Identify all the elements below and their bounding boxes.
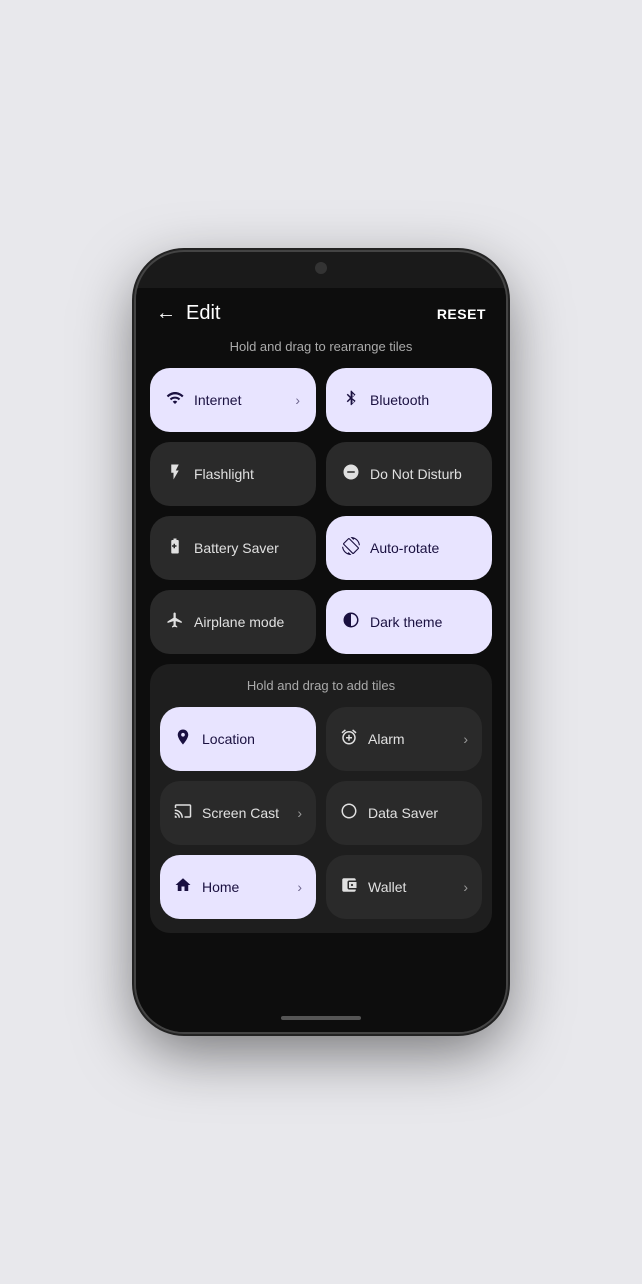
- phone-shell: ← Edit RESET Hold and drag to rearrange …: [136, 252, 506, 1032]
- alarm-label: Alarm: [368, 731, 453, 747]
- tile-screen-cast[interactable]: Screen Cast ›: [160, 781, 316, 845]
- home-indicator: [281, 1016, 361, 1020]
- header: ← Edit RESET: [136, 288, 506, 335]
- add-tiles-hint: Hold and drag to add tiles: [150, 678, 492, 707]
- reset-button[interactable]: RESET: [437, 306, 486, 322]
- tile-alarm[interactable]: Alarm ›: [326, 707, 482, 771]
- location-label: Location: [202, 731, 302, 747]
- dark-theme-label: Dark theme: [370, 614, 476, 630]
- rearrange-hint: Hold and drag to rearrange tiles: [136, 335, 506, 368]
- header-left: ← Edit: [156, 302, 220, 325]
- wallet-icon: [340, 876, 358, 899]
- back-button[interactable]: ←: [156, 302, 176, 325]
- camera-notch: [315, 262, 327, 274]
- tile-flashlight[interactable]: Flashlight: [150, 442, 316, 506]
- battery-icon: [166, 537, 184, 560]
- screen-content: ← Edit RESET Hold and drag to rearrange …: [136, 288, 506, 1004]
- wallet-label: Wallet: [368, 879, 453, 895]
- status-bar: [136, 252, 506, 288]
- rotate-icon: [342, 537, 360, 560]
- flashlight-icon: [166, 463, 184, 486]
- tile-wallet[interactable]: Wallet ›: [326, 855, 482, 919]
- airplane-icon: [166, 611, 184, 634]
- home-bar: [136, 1004, 506, 1032]
- home-icon: [174, 876, 192, 899]
- home-label: Home: [202, 879, 287, 895]
- tile-data-saver[interactable]: Data Saver: [326, 781, 482, 845]
- cast-icon: [174, 802, 192, 825]
- internet-label: Internet: [194, 392, 285, 408]
- tile-internet[interactable]: Internet ›: [150, 368, 316, 432]
- screen-cast-label: Screen Cast: [202, 805, 287, 821]
- home-arrow: ›: [297, 879, 302, 895]
- wallet-arrow: ›: [463, 879, 468, 895]
- tile-dark-theme[interactable]: Dark theme: [326, 590, 492, 654]
- bluetooth-label: Bluetooth: [370, 392, 476, 408]
- add-tiles-section: Hold and drag to add tiles Location Alar…: [150, 664, 492, 933]
- auto-rotate-label: Auto-rotate: [370, 540, 476, 556]
- tile-battery-saver[interactable]: Battery Saver: [150, 516, 316, 580]
- page-title: Edit: [186, 302, 220, 325]
- flashlight-label: Flashlight: [194, 466, 300, 482]
- add-tiles-grid: Location Alarm › Screen Cast ›: [150, 707, 492, 929]
- data-saver-label: Data Saver: [368, 805, 468, 821]
- dnd-icon: [342, 463, 360, 486]
- internet-arrow: ›: [295, 392, 300, 408]
- tile-airplane-mode[interactable]: Airplane mode: [150, 590, 316, 654]
- location-icon: [174, 728, 192, 751]
- airplane-mode-label: Airplane mode: [194, 614, 300, 630]
- wifi-icon: [166, 389, 184, 412]
- battery-saver-label: Battery Saver: [194, 540, 300, 556]
- tile-bluetooth[interactable]: Bluetooth: [326, 368, 492, 432]
- bluetooth-icon: [342, 389, 360, 412]
- tile-auto-rotate[interactable]: Auto-rotate: [326, 516, 492, 580]
- alarm-arrow: ›: [463, 731, 468, 747]
- active-tiles-grid: Internet › Bluetooth Flashlight: [136, 368, 506, 654]
- cast-arrow: ›: [297, 805, 302, 821]
- tile-location[interactable]: Location: [160, 707, 316, 771]
- alarm-icon: [340, 728, 358, 751]
- tile-home[interactable]: Home ›: [160, 855, 316, 919]
- dnd-label: Do Not Disturb: [370, 466, 476, 482]
- data-saver-icon: [340, 802, 358, 825]
- dark-theme-icon: [342, 611, 360, 634]
- tile-do-not-disturb[interactable]: Do Not Disturb: [326, 442, 492, 506]
